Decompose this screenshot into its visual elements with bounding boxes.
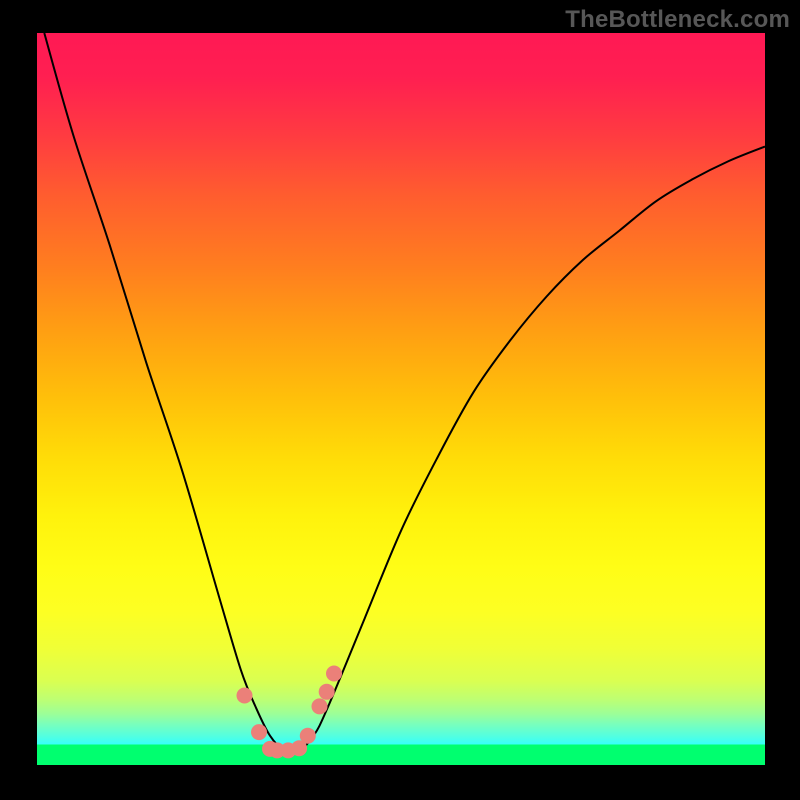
data-point: [237, 688, 253, 704]
watermark-text: TheBottleneck.com: [565, 6, 790, 34]
plot-area: [37, 33, 765, 765]
data-point: [300, 728, 316, 744]
data-point: [312, 698, 328, 714]
curve-layer: [37, 33, 765, 765]
data-point: [319, 684, 335, 700]
data-point: [326, 666, 342, 682]
chart-frame: TheBottleneck.com: [0, 0, 800, 800]
bottleneck-curve: [44, 33, 765, 752]
data-point: [251, 724, 267, 740]
